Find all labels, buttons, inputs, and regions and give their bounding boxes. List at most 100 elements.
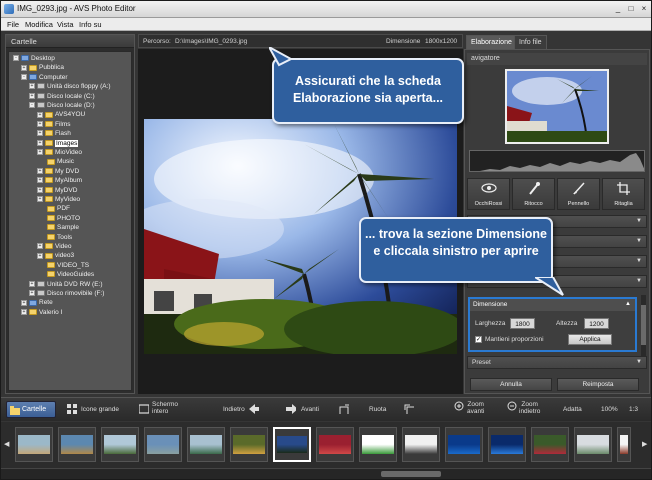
preset-section[interactable]: Preset ▼	[467, 356, 647, 369]
expand-icon[interactable]: +	[29, 280, 35, 287]
fit-button[interactable]: Adatta	[563, 406, 582, 413]
collapse-icon[interactable]: -	[29, 102, 35, 109]
expand-icon[interactable]: +	[37, 130, 43, 137]
tree-item[interactable]: + Unità disco floppy (A:)	[29, 83, 111, 92]
minimize-button[interactable]: _	[612, 3, 624, 15]
tree-item[interactable]: - Desktop	[13, 55, 55, 64]
tree-item[interactable]: + My DVD	[37, 168, 79, 177]
scrollbar-thumb[interactable]	[381, 471, 441, 477]
tree-item[interactable]: + Images	[37, 139, 79, 149]
menu-modifica[interactable]: Modifica	[25, 20, 53, 29]
tree-item[interactable]: - Disco locale (D:)	[29, 102, 95, 111]
folders-button[interactable]: Cartelle	[6, 401, 56, 418]
tree-item[interactable]: + AVS4YOU	[37, 111, 85, 120]
filmstrip-thumbnail[interactable]	[445, 427, 483, 462]
expand-icon[interactable]: +	[37, 196, 43, 203]
expand-icon[interactable]: +	[37, 177, 43, 184]
height-input[interactable]: 1200	[584, 318, 609, 329]
tab-info-file[interactable]: Info file	[514, 35, 547, 49]
crop-tool[interactable]: Ritaglia	[602, 178, 645, 210]
tree-item[interactable]: + MioVideo	[37, 149, 82, 158]
filmstrip-thumbnail[interactable]	[144, 427, 182, 462]
filmstrip-thumbnail[interactable]	[101, 427, 139, 462]
expand-icon[interactable]: +	[37, 121, 43, 128]
scroll-left-icon[interactable]: ◀	[4, 440, 9, 448]
tree-item[interactable]: Tools	[37, 234, 72, 243]
forward-button[interactable]: Avanti	[301, 406, 319, 413]
back-button[interactable]: Indietro	[223, 406, 245, 413]
expand-icon[interactable]: +	[37, 149, 43, 156]
tree-item[interactable]: + MyDVD	[37, 187, 77, 196]
keep-ratio-checkbox[interactable]: ✓	[475, 336, 482, 343]
filmstrip-thumbnail[interactable]	[316, 427, 354, 462]
tree-item[interactable]: VideoGuides	[37, 271, 94, 280]
tree-item[interactable]: + Unità DVD RW (E:)	[29, 281, 103, 290]
folder-tree[interactable]: - Desktop + Pubblica - Computer + Unità disco f…	[8, 51, 132, 391]
filmstrip-thumbnail[interactable]	[359, 427, 397, 462]
scroll-right-icon[interactable]: ▶	[642, 440, 647, 448]
expand-icon[interactable]: +	[37, 252, 43, 259]
cancel-button[interactable]: Annulla	[470, 378, 552, 391]
expand-icon[interactable]: +	[37, 168, 43, 175]
expand-icon[interactable]: +	[29, 83, 35, 90]
tree-item[interactable]: - Computer	[21, 74, 68, 83]
expand-icon[interactable]: +	[21, 64, 27, 71]
tree-item[interactable]: + Pubblica	[21, 64, 64, 73]
width-input[interactable]: 1800	[510, 318, 535, 329]
filmstrip-thumbnail[interactable]	[15, 427, 53, 462]
tree-item[interactable]: PDF	[37, 205, 70, 214]
filmstrip-thumbnail[interactable]	[230, 427, 268, 462]
redeye-tool[interactable]: OcchiRossi	[467, 178, 510, 210]
expand-icon[interactable]: +	[37, 186, 43, 193]
tree-item[interactable]: Music	[37, 158, 74, 167]
filmstrip-thumbnail[interactable]	[58, 427, 96, 462]
expand-icon[interactable]: +	[37, 111, 43, 118]
menu-info[interactable]: Info su	[79, 20, 102, 29]
filmstrip-thumbnail[interactable]	[574, 427, 612, 462]
filmstrip-thumbnail[interactable]	[488, 427, 526, 462]
panel-scrollbar[interactable]	[641, 295, 646, 365]
tree-item[interactable]: Sample	[37, 224, 79, 233]
ratio-button[interactable]: 1:3	[629, 406, 638, 413]
close-button[interactable]: ×	[638, 3, 650, 15]
fullscreen-button[interactable]: Schermo intero	[152, 401, 178, 415]
collapse-icon[interactable]: -	[21, 74, 27, 81]
expand-icon[interactable]: +	[37, 139, 43, 146]
tree-item[interactable]: + Disco locale (C:)	[29, 93, 95, 102]
filmstrip-thumbnail[interactable]	[531, 427, 569, 462]
brush-tool[interactable]: Pennello	[557, 178, 600, 210]
dimension-header[interactable]: Dimensione ▲	[470, 299, 635, 311]
filmstrip-thumbnail[interactable]	[617, 427, 631, 462]
tree-item[interactable]: + Video	[37, 243, 72, 252]
tree-item[interactable]: + video3	[37, 252, 74, 261]
scrollbar-thumb[interactable]	[641, 305, 646, 345]
menu-vista[interactable]: Vista	[57, 20, 74, 29]
expand-icon[interactable]: +	[21, 309, 27, 316]
tree-item[interactable]: + Valerio I	[21, 309, 62, 318]
menu-file[interactable]: File	[7, 20, 19, 29]
retouch-tool[interactable]: Ritocco	[512, 178, 555, 210]
tree-item[interactable]: + MyAlbum	[37, 177, 82, 186]
expand-icon[interactable]: +	[29, 290, 35, 297]
zoom-in-button[interactable]: Zoom avanti	[467, 401, 484, 415]
filmstrip-scrollbar[interactable]	[1, 468, 651, 479]
tree-item[interactable]: + Films	[37, 121, 71, 130]
tree-item[interactable]: + MyVideo	[37, 196, 80, 205]
maximize-button[interactable]: □	[625, 3, 637, 15]
tree-item[interactable]: VIDEO_TS	[37, 262, 89, 271]
reset-button[interactable]: Reimposta	[557, 378, 639, 391]
navigator-header[interactable]: avigatore	[467, 53, 647, 65]
filmstrip-thumbnail[interactable]	[187, 427, 225, 462]
rotate-button[interactable]: Ruota	[369, 406, 386, 413]
expand-icon[interactable]: +	[21, 299, 27, 306]
filmstrip-thumbnail[interactable]	[273, 427, 311, 462]
collapse-icon[interactable]: -	[13, 55, 19, 62]
tree-item[interactable]: + Rete	[21, 299, 53, 308]
filmstrip-thumbnail[interactable]	[402, 427, 440, 462]
tree-item[interactable]: + Flash	[37, 130, 71, 139]
large-icons-button[interactable]: Icone grande	[81, 406, 119, 413]
tab-elaborazione[interactable]: Elaborazione	[466, 35, 517, 49]
navigator-thumbnail[interactable]	[505, 69, 609, 144]
zoom-out-button[interactable]: Zoom indietro	[519, 401, 540, 415]
expand-icon[interactable]: +	[29, 92, 35, 99]
